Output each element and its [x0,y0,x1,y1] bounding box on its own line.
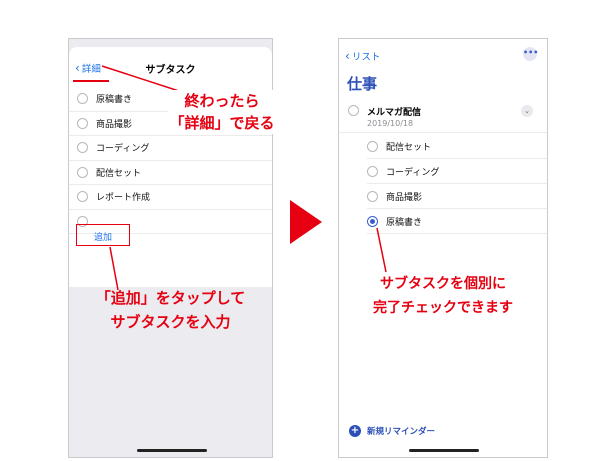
subtask-row[interactable]: 商品撮影 [367,184,547,209]
back-to-list-button[interactable]: ‹ リスト [345,49,380,63]
callout-check-individually: サブタスクを個別に 完了チェックできます [338,272,548,320]
home-indicator [409,449,479,452]
plus-icon: + [349,425,361,437]
highlight-underline [73,80,109,82]
callout-line: 終わったら [184,92,260,110]
callout-line: 「詳細」で戻る [169,114,275,132]
subtask-label: レポート作成 [96,193,151,204]
checkbox-circle-icon[interactable] [367,165,378,177]
subtask-row[interactable]: レポート作成 [69,185,272,210]
list-title: 仕事 [347,75,378,93]
task-date: 2019/10/18 [367,119,414,128]
right-phone-screen: ‹ リスト ••• 仕事 メルマガ配信 2019/10/18 ⌄ 配信セット コ… [338,38,548,458]
subtask-row[interactable]: コーディング [367,159,547,184]
task-name: メルマガ配信 [367,108,422,118]
back-label: リスト [351,52,381,63]
checked-circle-icon[interactable] [367,215,378,227]
subtask-nav-bar: ‹ 詳細 サブタスク [69,61,272,81]
subtask-label: コーディング [386,167,440,178]
subtask-row[interactable]: 原稿書き [367,209,547,234]
callout-back-to-details: 終わったら 「詳細」で戻る [168,90,276,134]
checkbox-circle-icon[interactable] [348,105,359,116]
subtask-row[interactable]: コーディング [69,136,272,161]
more-options-button[interactable]: ••• [523,47,538,61]
checkbox-circle-icon[interactable] [77,191,88,203]
subtask-label: 配信セット [96,168,142,179]
callout-line: 「追加」をタップして [95,289,246,307]
callout-line: サブタスクを入力 [110,313,231,331]
checkbox-circle-icon[interactable] [367,140,378,152]
page-title: サブタスク [145,65,196,76]
subtask-label: 配信セット [386,142,432,153]
checkbox-circle-icon[interactable] [77,93,88,105]
new-reminder-button[interactable]: + 新規リマインダー [349,425,435,437]
subtask-label: 原稿書き [96,95,133,106]
main-task-row[interactable]: メルマガ配信 2019/10/18 ⌄ [339,99,547,133]
subtask-label: 商品撮影 [96,119,133,130]
callout-line: 完了チェックできます [373,300,513,316]
subtask-row[interactable]: 配信セット [69,161,272,185]
subtask-sheet: ‹ 詳細 サブタスク 原稿書き 商品撮影 コーディング 配信セット レポート作成 [69,47,272,287]
subtask-label: 原稿書き [386,217,423,228]
arrow-right-icon [290,200,322,244]
callout-tap-add: 「追加」をタップして サブタスクを入力 [68,286,273,334]
subtask-row[interactable]: 配信セット [367,134,547,159]
add-label: 追加 [93,233,112,243]
subtask-label: 商品撮影 [386,192,423,203]
subtask-list: 配信セット コーディング 商品撮影 原稿書き [367,134,547,234]
subtask-label: コーディング [96,144,150,155]
checkbox-circle-icon[interactable] [77,117,88,129]
home-indicator [137,449,207,452]
chevron-down-icon[interactable]: ⌄ [521,105,533,117]
new-reminder-label: 新規リマインダー [367,427,436,437]
callout-line: サブタスクを個別に [380,276,506,292]
checkbox-circle-icon[interactable] [77,166,88,178]
checkbox-circle-icon[interactable] [77,142,88,154]
chevron-left-icon: ‹ [345,49,350,63]
add-subtask-button[interactable]: 追加 [76,224,130,246]
checkbox-circle-icon[interactable] [367,190,378,202]
